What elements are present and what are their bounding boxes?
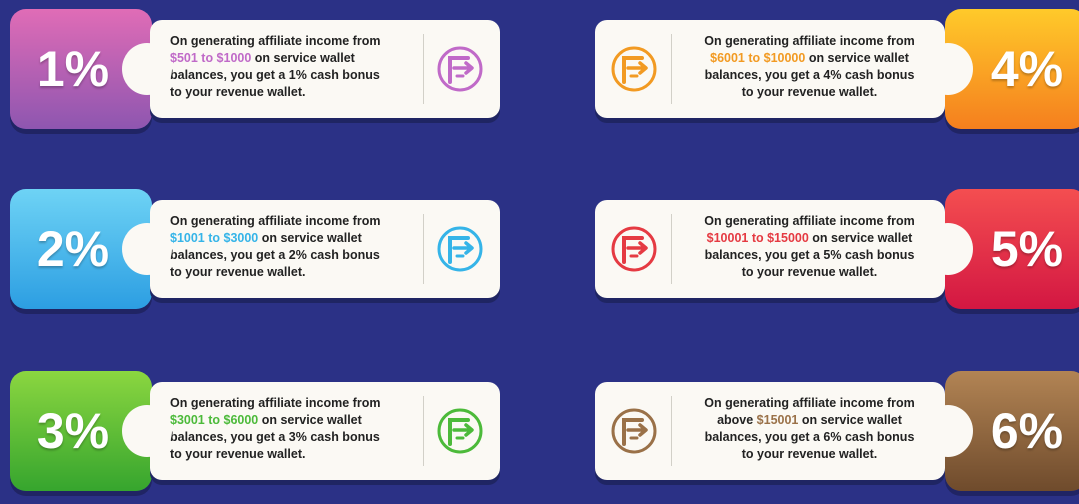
bonus-percent: 2%: [36, 221, 110, 277]
description-line-2: $501 to $1000 on service wallet: [170, 51, 355, 65]
f-arrow-logo-icon: [437, 226, 483, 272]
divider: [423, 214, 424, 284]
f-arrow-logo-icon: [611, 46, 657, 92]
divider: [423, 34, 424, 104]
bonus-description: On generating affiliate income from abov…: [687, 395, 932, 463]
description-line-3: balances, you get a 5% cash bonus: [704, 248, 915, 262]
bonus-card-1: 1% On generating affiliate income from $…: [0, 9, 505, 129]
bonus-rate: 6%: [823, 430, 842, 444]
bonus-percent: 4%: [990, 41, 1064, 97]
bonus-percent: 6%: [990, 403, 1064, 459]
bonus-description: On generating affiliate income from $501…: [170, 33, 415, 101]
bonus-description: On generating affiliate income from $300…: [170, 395, 415, 463]
description-line-3: balances, you get a 2% cash bonus: [170, 248, 380, 262]
box-notch: [923, 223, 973, 275]
description-line-3: balances, you get a 6% cash bonus: [704, 430, 915, 444]
description-line-4: to your revenue wallet.: [741, 265, 878, 279]
box-notch: [122, 223, 172, 275]
bonus-rate: 1%: [288, 68, 307, 82]
description-line-3: balances, you get a 1% cash bonus: [170, 68, 380, 82]
description-line-1: On generating affiliate income from: [704, 396, 915, 410]
info-box: On generating affiliate income from $100…: [150, 200, 500, 298]
divider: [423, 396, 424, 466]
divider: [671, 34, 672, 104]
bonus-description: On generating affiliate income from $100…: [687, 213, 932, 281]
description-line-2: $10001 to $15000 on service wallet: [706, 231, 913, 245]
f-arrow-logo-icon: [437, 408, 483, 454]
description-line-1: On generating affiliate income from: [704, 214, 915, 228]
info-box: On generating affiliate income from $600…: [595, 20, 945, 118]
description-line-2: $3001 to $6000 on service wallet: [170, 413, 362, 427]
bonus-rate: 5%: [823, 248, 842, 262]
bonus-card-6: 6% On generating affiliate income from a…: [590, 371, 1079, 491]
wallet-range: $6001 to $10000: [710, 51, 806, 65]
bonus-card-2: 2% On generating affiliate income from $…: [0, 189, 505, 309]
divider: [671, 214, 672, 284]
f-arrow-logo-icon: [437, 46, 483, 92]
bonus-card-3: 3% On generating affiliate income from $…: [0, 371, 505, 491]
description-line-3: balances, you get a 4% cash bonus: [704, 68, 915, 82]
description-line-4: to your revenue wallet.: [741, 447, 878, 461]
bonus-percent: 5%: [990, 221, 1064, 277]
description-line-1: On generating affiliate income from: [170, 34, 381, 48]
wallet-range: $1001 to $3000: [170, 231, 259, 245]
wallet-range: $10001 to $15000: [706, 231, 809, 245]
info-box: On generating affiliate income from abov…: [595, 382, 945, 480]
divider: [671, 396, 672, 466]
wallet-range: $3001 to $6000: [170, 413, 259, 427]
bonus-percent: 3%: [36, 403, 110, 459]
description-line-4: to your revenue wallet.: [170, 265, 306, 279]
box-notch: [122, 405, 172, 457]
f-arrow-logo-icon: [611, 226, 657, 272]
wallet-range: $501 to $1000: [170, 51, 252, 65]
description-line-2: $6001 to $10000 on service wallet: [710, 51, 909, 65]
bonus-description: On generating affiliate income from $100…: [170, 213, 415, 281]
info-box: On generating affiliate income from $501…: [150, 20, 500, 118]
description-line-3: balances, you get a 3% cash bonus: [170, 430, 380, 444]
f-arrow-logo-icon: [611, 408, 657, 454]
bonus-rate: 4%: [823, 68, 842, 82]
info-box: On generating affiliate income from $300…: [150, 382, 500, 480]
box-notch: [122, 43, 172, 95]
box-notch: [923, 405, 973, 457]
box-notch: [923, 43, 973, 95]
description-line-1: On generating affiliate income from: [170, 214, 381, 228]
bonus-card-5: 5% On generating affiliate income from $…: [590, 189, 1079, 309]
description-line-2: $1001 to $3000 on service wallet: [170, 231, 362, 245]
description-line-1: On generating affiliate income from: [170, 396, 381, 410]
wallet-range: $15001: [756, 413, 799, 427]
description-line-4: to your revenue wallet.: [170, 85, 306, 99]
bonus-rate: 2%: [288, 248, 307, 262]
bonus-card-4: 4% On generating affiliate income from $…: [590, 9, 1079, 129]
description-line-4: to your revenue wallet.: [170, 447, 306, 461]
bonus-percent: 1%: [36, 41, 110, 97]
description-line-4: to your revenue wallet.: [741, 85, 878, 99]
info-box: On generating affiliate income from $100…: [595, 200, 945, 298]
description-line-2: above $15001 on service wallet: [717, 413, 902, 427]
bonus-description: On generating affiliate income from $600…: [687, 33, 932, 101]
description-line-1: On generating affiliate income from: [704, 34, 915, 48]
bonus-rate: 3%: [288, 430, 307, 444]
